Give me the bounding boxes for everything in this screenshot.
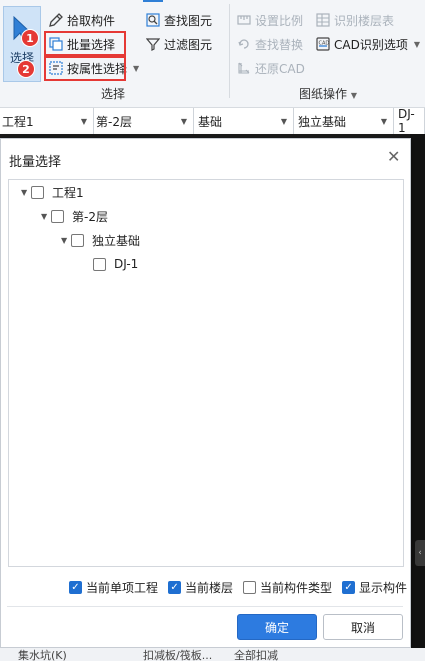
checkbox-checked[interactable]: ✓	[168, 581, 182, 594]
component-dropdown[interactable]: DJ-1	[394, 107, 425, 135]
bottom-cell: 集水坑(K)	[18, 649, 67, 661]
pick-component-label: 拾取构件	[67, 13, 116, 28]
find-replace-icon	[238, 39, 249, 49]
table-icon	[316, 13, 330, 27]
component-type-dropdown-value: 独立基础	[298, 114, 347, 129]
ribbon-divider	[229, 4, 230, 98]
scale-icon	[237, 15, 251, 25]
drawing-ops-group-label[interactable]: 图纸操作 ▼	[299, 85, 357, 102]
highlight-box-1	[44, 31, 126, 56]
category-dropdown[interactable]: 基础 ▼	[194, 108, 294, 134]
expand-arrow-icon[interactable]: ▼	[41, 212, 51, 221]
drawing-canvas[interactable]	[410, 134, 425, 654]
checkbox-unchecked[interactable]	[243, 581, 257, 594]
find-element-button[interactable]: 查找图元	[146, 10, 212, 30]
set-scale-label: 设置比例	[255, 13, 304, 28]
tree-node-label: 第-2层	[72, 209, 108, 224]
identify-floor-table-button[interactable]: 识别楼层表	[316, 10, 394, 30]
component-type-dropdown[interactable]: 独立基础 ▼	[294, 108, 394, 134]
step-marker-2: 2	[17, 60, 35, 78]
option-label: 当前楼层	[185, 581, 234, 595]
tree-node-floor[interactable]: ▼ 第-2层	[41, 207, 108, 225]
step-marker-1: 1	[21, 29, 39, 47]
tree-node-label: 独立基础	[92, 233, 141, 248]
project-dropdown[interactable]: 工程1 ▼	[0, 108, 94, 134]
filter-bar: 工程1 ▼ 第-2层 ▼ 基础 ▼ 独立基础 ▼ DJ-1	[0, 107, 425, 135]
dialog-divider	[7, 606, 403, 607]
chevron-down-icon: ▼	[350, 91, 357, 100]
cancel-button[interactable]: 取消	[323, 614, 403, 640]
chevron-down-icon: ▼	[80, 116, 87, 126]
floor-dropdown[interactable]: 第-2层 ▼	[94, 108, 194, 134]
highlight-box-2	[44, 56, 126, 81]
select-group-label: 选择	[101, 87, 126, 101]
restore-cad-icon	[238, 62, 250, 74]
component-tree: ▼ 工程1 ▼ 第-2层 ▼ 独立基础 DJ-1	[8, 179, 404, 567]
find-replace-button[interactable]: 查找替换	[237, 34, 303, 54]
tree-checkbox[interactable]	[31, 185, 44, 199]
identify-floor-table-label: 识别楼层表	[334, 13, 395, 28]
pick-component-button[interactable]: 拾取构件	[49, 10, 115, 30]
tree-node-project[interactable]: ▼ 工程1	[21, 183, 84, 201]
batch-select-dialog: 批量选择 ✕ ▼ 工程1 ▼ 第-2层 ▼ 独立基础 DJ-1 ✓ 当前单项工程…	[0, 138, 411, 648]
cad-identify-options-label: CAD识别选项	[334, 37, 408, 52]
chevron-down-icon: ▼	[413, 39, 420, 49]
restore-cad-label: 还原CAD	[255, 61, 305, 76]
chevron-down-icon: ▼	[133, 63, 140, 73]
dialog-title: 批量选择	[9, 155, 62, 170]
cad-options-icon: CAD	[316, 37, 330, 51]
floor-dropdown-value: 第-2层	[96, 114, 132, 129]
find-element-label: 查找图元	[164, 13, 213, 28]
property-panel-strip: 集水坑(K) 扣减板/筏板... 全部扣减	[0, 648, 425, 661]
option-current-component-type[interactable]: 当前构件类型	[243, 579, 332, 596]
checkbox-checked[interactable]: ✓	[342, 581, 356, 594]
checkbox-checked[interactable]: ✓	[69, 581, 82, 594]
ribbon-toolbar: 选择 拾取构件 批量选择 按属性选择 ▼ 1 2 查找图元 过滤图元 选择 设置…	[0, 0, 425, 108]
filter-options: ✓ 当前单项工程 ✓ 当前楼层 当前构件类型 ✓ 显示构件	[69, 579, 407, 596]
option-show-components[interactable]: ✓ 显示构件	[342, 579, 407, 596]
project-dropdown-value: 工程1	[2, 114, 34, 129]
find-replace-label: 查找替换	[255, 37, 304, 52]
expand-arrow-icon[interactable]: ▼	[21, 188, 31, 197]
filter-element-label: 过滤图元	[164, 37, 213, 52]
close-icon[interactable]: ✕	[387, 149, 400, 165]
eyedropper-icon	[49, 13, 63, 27]
chevron-down-icon: ▼	[280, 116, 287, 126]
tree-node-component-type[interactable]: ▼ 独立基础	[61, 231, 140, 249]
tab-indicator	[143, 0, 163, 2]
filter-funnel-icon	[146, 38, 160, 51]
filter-element-button[interactable]: 过滤图元	[146, 34, 212, 54]
bottom-cell: 扣减板/筏板...	[143, 649, 213, 661]
bottom-cell: 全部扣减	[234, 649, 278, 661]
component-dropdown-value: DJ-1	[398, 107, 415, 135]
option-current-floor[interactable]: ✓ 当前楼层	[168, 579, 233, 596]
tree-node-component[interactable]: DJ-1	[93, 255, 138, 273]
category-dropdown-value: 基础	[198, 114, 223, 129]
chevron-down-icon: ▼	[380, 116, 387, 126]
tree-checkbox[interactable]	[93, 257, 106, 271]
tree-node-label: DJ-1	[114, 257, 139, 271]
restore-cad-button[interactable]: 还原CAD	[237, 58, 305, 78]
svg-text:CAD: CAD	[319, 41, 330, 47]
option-label: 当前构件类型	[260, 581, 333, 595]
expand-arrow-icon[interactable]: ▼	[61, 236, 71, 245]
tree-checkbox[interactable]	[51, 209, 64, 223]
tree-node-label: 工程1	[52, 185, 84, 200]
set-scale-button[interactable]: 设置比例	[237, 10, 303, 30]
cad-identify-options-button[interactable]: CAD CAD识别选项 ▼	[316, 34, 420, 54]
option-label: 当前单项工程	[86, 581, 159, 595]
tree-checkbox[interactable]	[71, 233, 84, 247]
find-element-icon	[146, 13, 160, 27]
option-label: 显示构件	[359, 581, 408, 595]
collapse-panel-handle[interactable]: ‹	[415, 540, 425, 566]
ok-button[interactable]: 确定	[237, 614, 317, 640]
drawing-ops-label: 图纸操作	[299, 87, 348, 101]
chevron-down-icon: ▼	[180, 116, 187, 126]
option-current-project[interactable]: ✓ 当前单项工程	[69, 579, 158, 596]
